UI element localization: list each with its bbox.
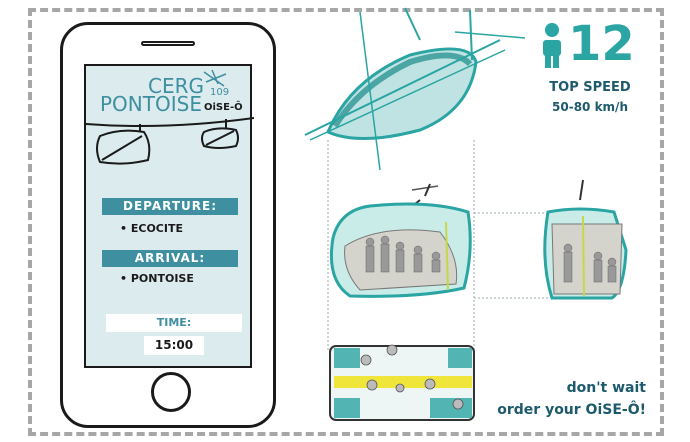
top-speed-title: TOP SPEED [549,80,631,95]
capacity-number: 12 [568,16,635,72]
gondola-top-sketch [304,7,526,171]
cta-line2: order your OiSE-Ô! [497,402,646,418]
gondola-front-sketch [543,179,628,300]
gondola-side-sketch [329,183,472,298]
gondola-floorplan-sketch [329,344,475,421]
cta-line1: don't wait [566,380,646,396]
person-icon [543,23,561,68]
top-speed-range: 50-80 km/h [552,100,628,114]
